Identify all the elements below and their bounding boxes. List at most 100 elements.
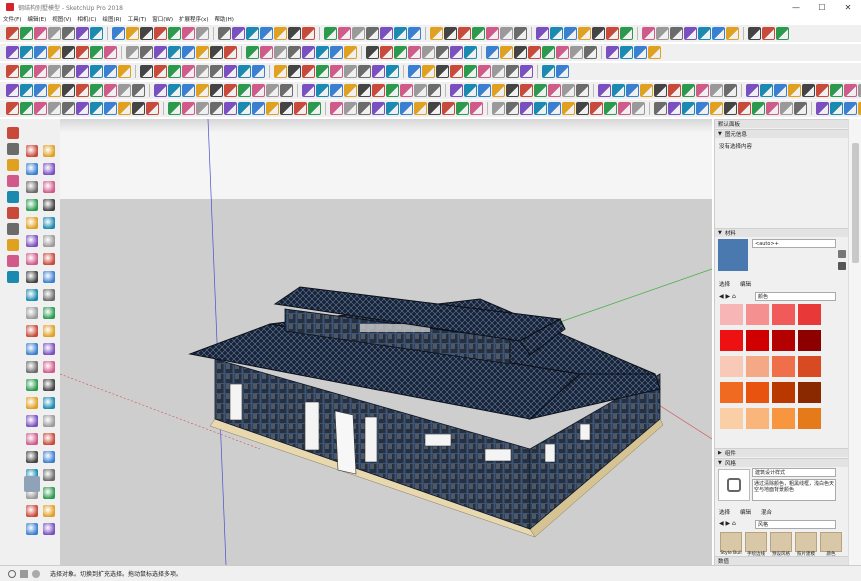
color-swatch[interactable] — [772, 304, 795, 325]
style-thumbnail[interactable] — [795, 532, 817, 552]
tool-icon-32[interactable] — [464, 84, 477, 97]
tool-icon-33[interactable] — [478, 65, 491, 78]
color-swatch[interactable] — [746, 330, 769, 351]
model-viewport[interactable] — [60, 119, 712, 565]
tool-icon-21[interactable] — [302, 46, 315, 59]
tool-icon-7[interactable] — [90, 46, 103, 59]
pan-icon[interactable] — [43, 523, 55, 535]
orbit-icon[interactable] — [26, 523, 38, 535]
tool-icon-35[interactable] — [506, 65, 519, 78]
tool-icon-9[interactable] — [126, 46, 139, 59]
tool-icon-1[interactable] — [6, 65, 19, 78]
tool-icon-27[interactable] — [386, 65, 399, 78]
tool-icon-34[interactable] — [492, 84, 505, 97]
menu-view[interactable]: 视图(V) — [49, 15, 74, 23]
tool-icon-5[interactable] — [62, 27, 75, 40]
tool-icon-49[interactable] — [710, 102, 723, 115]
tool-icon-46[interactable] — [684, 27, 697, 40]
tool-icon-13[interactable] — [182, 65, 195, 78]
tool-icon-13[interactable] — [182, 84, 195, 97]
tool-icon-29[interactable] — [414, 84, 427, 97]
tool-icon-35[interactable] — [514, 46, 527, 59]
view-tool-icon[interactable] — [7, 255, 19, 267]
tool-icon-27[interactable] — [386, 84, 399, 97]
arc-icon[interactable] — [43, 397, 55, 409]
tool-icon-3[interactable] — [34, 27, 47, 40]
rotate-icon[interactable] — [26, 217, 38, 229]
tool-icon-25[interactable] — [366, 27, 379, 40]
tool-icon-33[interactable] — [470, 102, 483, 115]
tool-icon-12[interactable] — [168, 84, 181, 97]
tool-icon-8[interactable] — [104, 102, 117, 115]
dimension-icon[interactable] — [43, 253, 55, 265]
tool-icon-35[interactable] — [506, 84, 519, 97]
tool-icon-18[interactable] — [252, 102, 265, 115]
tool-icon-6[interactable] — [76, 46, 89, 59]
color-swatch[interactable] — [746, 304, 769, 325]
tool-icon-12[interactable] — [168, 46, 181, 59]
tool-icon-1[interactable] — [6, 27, 19, 40]
tool-icon-25[interactable] — [358, 102, 371, 115]
tool-icon-5[interactable] — [62, 65, 75, 78]
tool-icon-44[interactable] — [632, 102, 645, 115]
tool-icon-42[interactable] — [620, 46, 633, 59]
tool-icon-16[interactable] — [224, 46, 237, 59]
tool-icon-6[interactable] — [76, 65, 89, 78]
paint-bucket-icon[interactable] — [26, 163, 38, 175]
tool-icon-9[interactable] — [118, 65, 131, 78]
arc-icon[interactable] — [26, 181, 38, 193]
tool-icon-32[interactable] — [464, 65, 477, 78]
materials-header[interactable]: ▼ 材料 — [715, 228, 848, 237]
tool-icon-17[interactable] — [238, 102, 251, 115]
tool-icon-37[interactable] — [542, 46, 555, 59]
tool-icon-54[interactable] — [788, 84, 801, 97]
color-swatch[interactable] — [720, 330, 743, 351]
tool-icon-20[interactable] — [280, 84, 293, 97]
walk-icon[interactable] — [43, 325, 55, 337]
tool-icon-3[interactable] — [34, 65, 47, 78]
tool-icon-4[interactable] — [48, 46, 61, 59]
tool-icon-16[interactable] — [232, 27, 245, 40]
tool-icon-3[interactable] — [34, 102, 47, 115]
tool-icon-31[interactable] — [450, 84, 463, 97]
view-tool-icon[interactable] — [7, 239, 19, 251]
tool-icon-30[interactable] — [428, 102, 441, 115]
tool-icon-43[interactable] — [642, 27, 655, 40]
tool-icon-19[interactable] — [274, 65, 287, 78]
back-forward-home-icon[interactable]: ◀ ▶ ⌂ — [719, 293, 736, 300]
text-icon[interactable] — [43, 271, 55, 283]
material-name-field[interactable]: <auto>+ — [752, 239, 836, 248]
position-camera-icon[interactable] — [43, 343, 55, 355]
style-thumbnail[interactable] — [745, 532, 767, 552]
tool-icon-22[interactable] — [308, 102, 321, 115]
tray-header[interactable]: 默认面板 — [715, 119, 848, 128]
tool-icon-40[interactable] — [592, 27, 605, 40]
tool-icon-33[interactable] — [478, 84, 491, 97]
material-category-select[interactable]: 颜色 — [755, 292, 836, 301]
color-swatch[interactable] — [798, 408, 821, 429]
orbit-icon[interactable] — [43, 289, 55, 301]
color-swatch[interactable] — [772, 408, 795, 429]
axes-icon[interactable] — [26, 289, 38, 301]
tool-icon-1[interactable] — [6, 102, 19, 115]
view-tool-icon[interactable] — [7, 191, 19, 203]
tool-icon-48[interactable] — [712, 27, 725, 40]
tool-icon-25[interactable] — [366, 46, 379, 59]
view-tool-icon[interactable] — [7, 175, 19, 187]
circle-icon[interactable] — [26, 199, 38, 211]
text-icon[interactable] — [26, 505, 38, 517]
tool-icon-15[interactable] — [210, 65, 223, 78]
rectangle-icon[interactable] — [43, 181, 55, 193]
tool-icon-14[interactable] — [196, 27, 209, 40]
tool-icon-27[interactable] — [394, 46, 407, 59]
tool-icon-44[interactable] — [656, 27, 669, 40]
protractor-icon[interactable] — [43, 487, 55, 499]
zoom-extents-icon[interactable] — [26, 325, 38, 337]
tool-icon-24[interactable] — [344, 46, 357, 59]
maximize-button[interactable]: ☐ — [809, 0, 835, 14]
tool-icon-22[interactable] — [324, 27, 337, 40]
tool-icon-30[interactable] — [436, 65, 449, 78]
move-icon[interactable] — [43, 199, 55, 211]
line-icon[interactable] — [43, 163, 55, 175]
tool-icon-2[interactable] — [20, 27, 33, 40]
